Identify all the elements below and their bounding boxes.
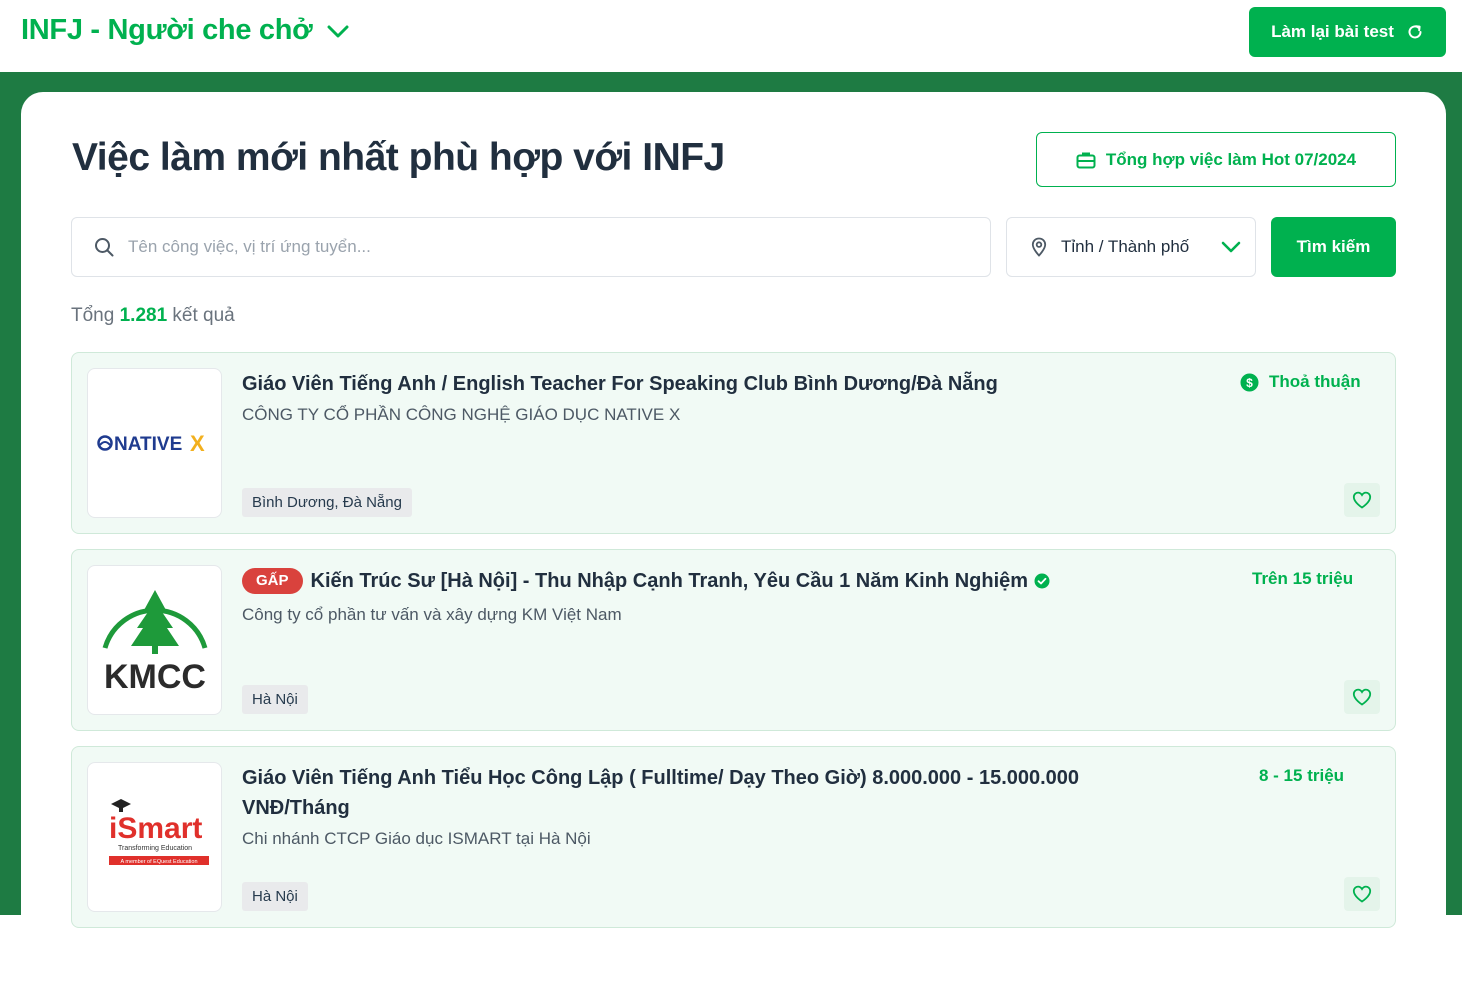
results-number: 1.281 (119, 305, 168, 326)
company-logo[interactable]: KMCC (87, 565, 222, 715)
job-title-text[interactable]: Giáo Viên Tiếng Anh Tiểu Học Công Lập ( … (242, 767, 1079, 819)
refresh-icon (1408, 25, 1422, 39)
favorite-button[interactable] (1344, 877, 1380, 911)
chevron-down-icon (327, 25, 348, 37)
salary-text: Trên 15 triệu (1252, 569, 1354, 588)
search-box (71, 217, 991, 277)
ismart-logo: iSmart Transforming Education A member o… (108, 799, 209, 865)
logo-mark: X (190, 431, 205, 456)
jobs-card: Việc làm mới nhất phù hợp với INFJ Tổng … (21, 92, 1446, 992)
salary: 8 - 15 triệu (1259, 766, 1344, 786)
salary-text: Thoả thuận (1269, 372, 1361, 391)
verified-icon (1034, 573, 1050, 589)
dollar-circle-icon: $ (1240, 373, 1259, 391)
results-suffix: kết quả (172, 305, 235, 326)
personality-title: INFJ - Người che chở (21, 14, 313, 46)
hot-jobs-button[interactable]: Tổng hợp việc làm Hot 07/2024 (1036, 132, 1396, 187)
logo-text: KMCC (104, 658, 206, 696)
location-tag: Hà Nội (242, 685, 308, 714)
kmcc-logo: KMCC (102, 590, 207, 696)
personality-dropdown[interactable]: INFJ - Người che chở (21, 14, 349, 47)
retake-test-button[interactable]: Làm lại bài test (1249, 7, 1446, 57)
job-title[interactable]: GẤP Kiến Trúc Sư [Hà Nội] - Thu Nhập Cạnh… (242, 566, 1122, 596)
job-card[interactable]: NATIVE X Giáo Viên Tiếng Anh / English T… (71, 352, 1396, 534)
location-select[interactable]: Tỉnh / Thành phố (1006, 217, 1256, 277)
search-input[interactable] (128, 237, 948, 257)
search-icon (95, 238, 114, 257)
job-card[interactable]: KMCC GẤP Kiến Trúc Sư [Hà Nội] - Thu Nhập… (71, 549, 1396, 731)
location-tag: Bình Dương, Đà Nẵng (242, 488, 412, 517)
results-prefix: Tổng (71, 305, 115, 326)
salary: $ Thoả thuận (1240, 372, 1361, 392)
urgent-badge: GẤP (242, 568, 303, 594)
map-pin-icon (1031, 237, 1047, 257)
job-card[interactable]: iSmart Transforming Education A member o… (71, 746, 1396, 928)
heart-icon (1352, 885, 1372, 903)
company-name[interactable]: Chi nhánh CTCP Giáo dục ISMART tại Hà Nộ… (242, 829, 591, 849)
retake-test-label: Làm lại bài test (1271, 22, 1394, 41)
location-label: Tỉnh / Thành phố (1061, 237, 1190, 256)
salary: Trên 15 triệu (1252, 569, 1353, 589)
location-tag: Hà Nội (242, 882, 308, 911)
search-button[interactable]: Tìm kiếm (1271, 217, 1396, 277)
job-title[interactable]: Giáo Viên Tiếng Anh Tiểu Học Công Lập ( … (242, 763, 1122, 823)
logo-text: NATIVE (114, 434, 182, 455)
nativex-logo: NATIVE X (96, 431, 205, 456)
company-name[interactable]: Công ty cổ phần tư vấn và xây dựng KM Vi… (242, 605, 622, 625)
heart-icon (1352, 491, 1372, 509)
logo-text: iSmart (109, 812, 202, 845)
heart-icon (1352, 688, 1372, 706)
favorite-button[interactable] (1344, 483, 1380, 517)
favorite-button[interactable] (1344, 680, 1380, 714)
job-title[interactable]: Giáo Viên Tiếng Anh / English Teacher Fo… (242, 369, 1122, 399)
briefcase-icon (1076, 152, 1096, 168)
page-title: Việc làm mới nhất phù hợp với INFJ (72, 136, 725, 179)
logo-banner: A member of EQuest Education (120, 859, 197, 865)
logo-tagline: Transforming Education (117, 845, 191, 852)
job-title-text[interactable]: Kiến Trúc Sư [Hà Nội] - Thu Nhập Cạnh Tr… (311, 570, 1029, 592)
hot-jobs-label: Tổng hợp việc làm Hot 07/2024 (1105, 149, 1357, 169)
salary-text: 8 - 15 triệu (1259, 766, 1345, 785)
company-name[interactable]: CÔNG TY CỔ PHẦN CÔNG NGHỆ GIÁO DỤC NATIV… (242, 405, 680, 425)
job-title-text[interactable]: Giáo Viên Tiếng Anh / English Teacher Fo… (242, 373, 998, 395)
results-count: Tổng 1.281 kết quả (71, 305, 235, 327)
chevron-down-icon (1221, 241, 1241, 253)
top-bar: INFJ - Người che chở Làm lại bài test (0, 0, 1462, 72)
company-logo[interactable]: iSmart Transforming Education A member o… (87, 762, 222, 912)
svg-text:$: $ (1246, 376, 1253, 390)
company-logo[interactable]: NATIVE X (87, 368, 222, 518)
